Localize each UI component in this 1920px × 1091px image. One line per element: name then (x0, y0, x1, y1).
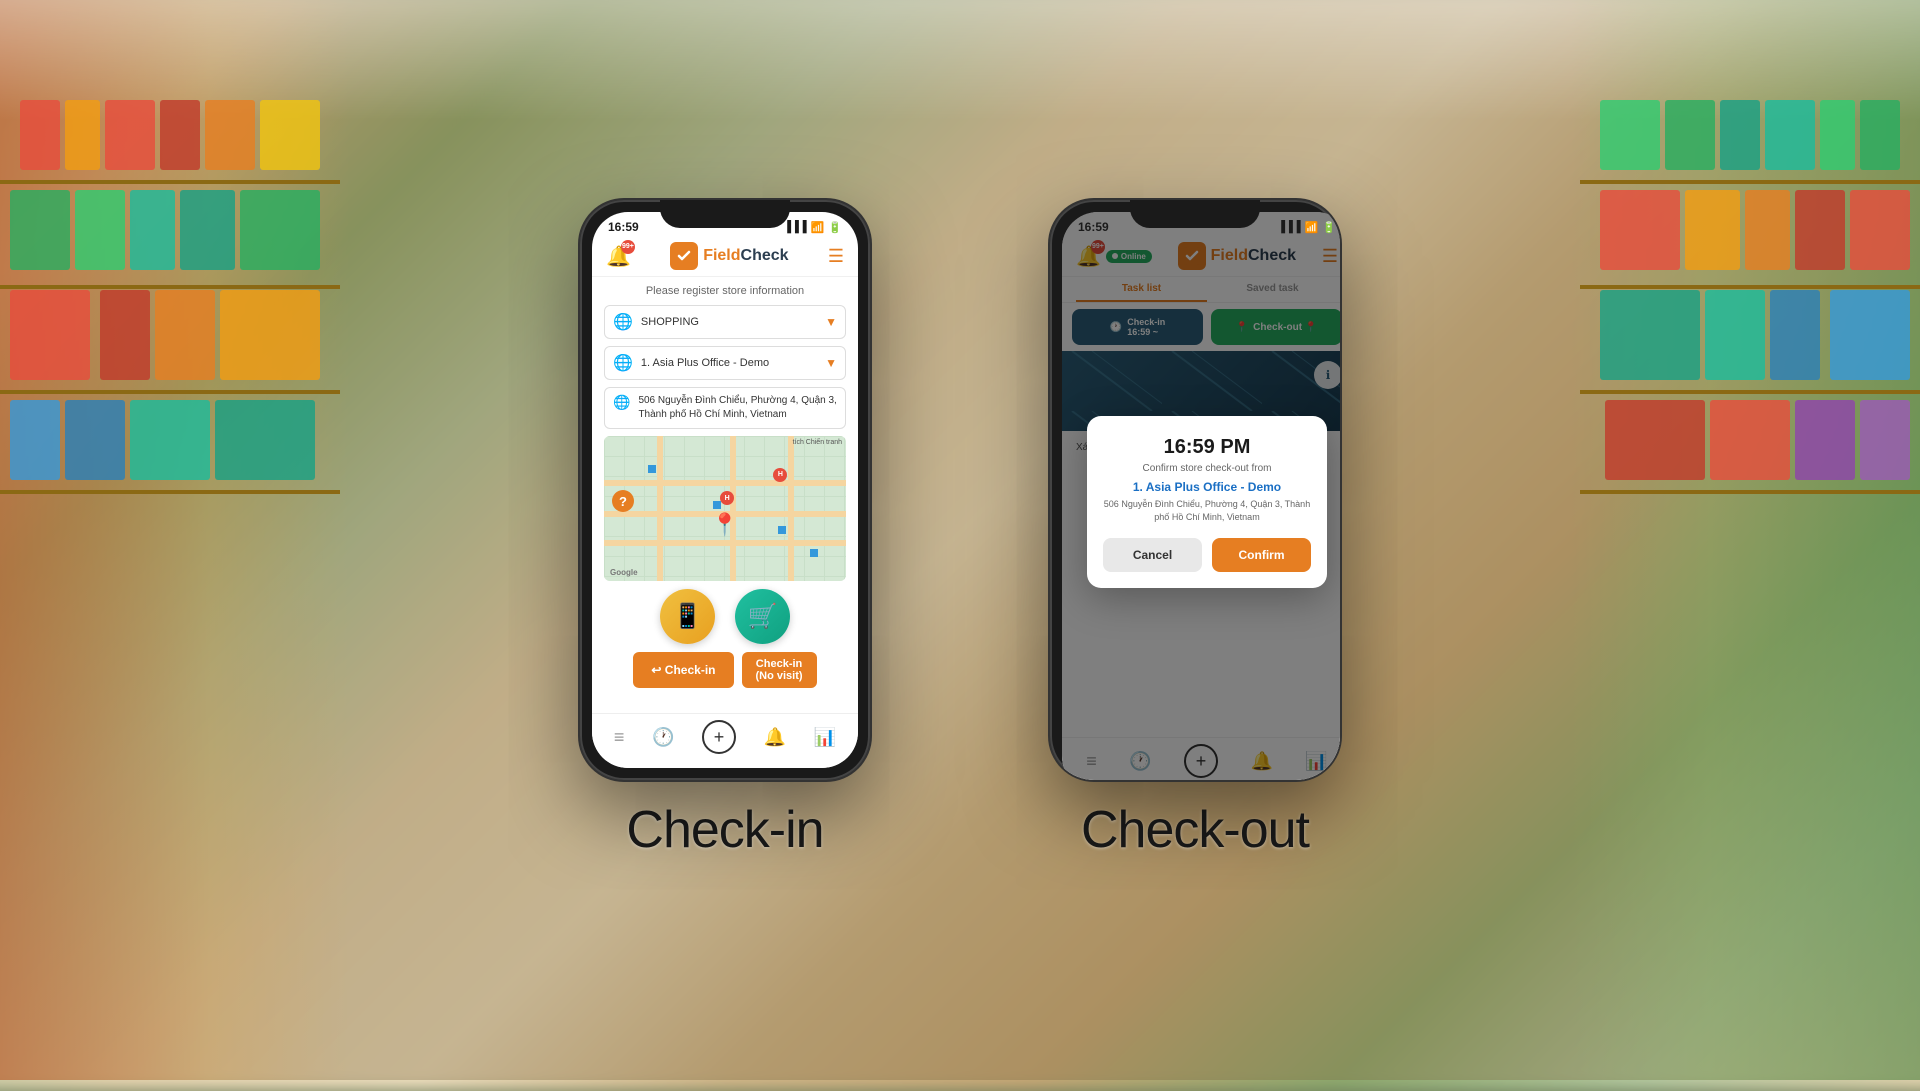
globe-icon-1: 🌐 (613, 312, 633, 332)
google-logo: Google (610, 568, 638, 577)
modal-time: 16:59 PM (1103, 436, 1311, 459)
barcode-button[interactable]: 🛒 (735, 589, 790, 644)
list-icon: ≡ (614, 727, 625, 748)
nav-chart[interactable]: 📊 (814, 727, 836, 748)
selfie-row: 📱 🛒 (604, 589, 846, 644)
store-address: 506 Nguyễn Đình Chiểu, Phường 4, Quận 3,… (638, 394, 837, 422)
barcode-icon: 🛒 (748, 602, 778, 631)
confirm-button[interactable]: Confirm (1212, 538, 1311, 572)
checkout-phone-frame: 16:59 ▐▐▐ 📶 🔋 🔔 99+ (1050, 200, 1340, 780)
shopping-dropdown[interactable]: 🌐 SHOPPING ▼ (604, 305, 846, 339)
notification-badge: 99+ (621, 240, 635, 254)
phones-row: 16:59 ▐▐▐ 📶 🔋 🔔 99+ (580, 200, 1340, 860)
checkin-action-buttons: ↩ Check-in Check-in(No visit) (604, 652, 846, 688)
map-marker (648, 465, 656, 473)
signal-icon-2: ▐▐▐ (1277, 221, 1300, 233)
checkin-time: 16:59 (608, 220, 639, 234)
dropdown-arrow-1: ▼ (825, 315, 837, 329)
store-value: 1. Asia Plus Office - Demo (641, 357, 825, 369)
notification-icon: 🔔 (764, 727, 786, 748)
dropdown-arrow-2: ▼ (825, 356, 837, 370)
app-logo: FieldCheck (670, 242, 788, 270)
map-road (657, 436, 663, 581)
store-dropdown[interactable]: 🌐 1. Asia Plus Office - Demo ▼ (604, 346, 846, 380)
modal-address: 506 Nguyễn Đình Chiểu, Phường 4, Quận 3,… (1103, 498, 1311, 523)
phone-notch (660, 200, 790, 228)
checkin-status-icons: ▐▐▐ 📶 🔋 (783, 221, 842, 234)
register-prompt: Please register store information (604, 285, 846, 297)
checkin-phone-section: 16:59 ▐▐▐ 📶 🔋 🔔 99+ (580, 200, 870, 860)
map-road (788, 436, 794, 581)
map-road (730, 436, 736, 581)
clock-icon: 🕐 (652, 727, 674, 748)
map-area: H H ? tích Chiến tranh (604, 436, 846, 581)
map-road (604, 480, 846, 486)
notification-bell[interactable]: 🔔 99+ (606, 244, 631, 269)
nav-add[interactable]: + (702, 720, 736, 754)
map-pin: 📍 (711, 512, 738, 538)
globe-icon-3: 🌐 (613, 394, 630, 411)
checkin-button[interactable]: ↩ Check-in (633, 652, 733, 688)
checkin-no-visit-button[interactable]: Check-in(No visit) (742, 652, 817, 688)
shopping-value: SHOPPING (641, 316, 825, 328)
modal-buttons: Cancel Confirm (1103, 538, 1311, 572)
chart-icon: 📊 (814, 727, 836, 748)
battery-icon: 🔋 (828, 221, 842, 234)
modal-store-name: 1. Asia Plus Office - Demo (1103, 480, 1311, 494)
hamburger-menu[interactable]: ☰ (828, 246, 844, 267)
checkout-phone-section: 16:59 ▐▐▐ 📶 🔋 🔔 99+ (1050, 200, 1340, 860)
map-marker (810, 549, 818, 557)
map-question: ? (612, 490, 634, 512)
phone-notch-2 (1130, 200, 1260, 228)
selfie-button[interactable]: 📱 (660, 589, 715, 644)
checkin-bottom-nav: ≡ 🕐 + 🔔 📊 (592, 713, 858, 768)
nav-list[interactable]: ≡ (614, 727, 625, 748)
map-background (604, 436, 846, 581)
nav-notification[interactable]: 🔔 (764, 727, 786, 748)
map-marker (713, 501, 721, 509)
wifi-icon: 📶 (811, 221, 825, 234)
checkout-modal: 16:59 PM Confirm store check-out from 1.… (1087, 416, 1327, 587)
checkin-label: Check-in (626, 800, 823, 860)
no-visit-label: Check-in(No visit) (756, 658, 803, 682)
address-row: 🌐 506 Nguyễn Đình Chiểu, Phường 4, Quận … (604, 387, 846, 429)
checkin-body: Please register store information 🌐 SHOP… (592, 277, 858, 728)
checkout-phone-screen: 16:59 ▐▐▐ 📶 🔋 🔔 99+ (1062, 212, 1340, 780)
checkout-label: Check-out (1081, 800, 1309, 860)
checkin-app-header: 🔔 99+ FieldCh (592, 238, 858, 277)
modal-subtitle: Confirm store check-out from (1103, 463, 1311, 474)
globe-icon-2: 🌐 (613, 353, 633, 373)
map-marker (778, 526, 786, 534)
logo-icon (670, 242, 698, 270)
add-button: + (702, 720, 736, 754)
wifi-icon-2: 📶 (1305, 221, 1319, 234)
checkin-phone-screen: 16:59 ▐▐▐ 📶 🔋 🔔 99+ (592, 212, 858, 768)
signal-icon: ▐▐▐ (783, 221, 806, 233)
map-label: tích Chiến tranh (793, 439, 842, 446)
checkout-time: 16:59 (1078, 220, 1109, 234)
app-logo-text: FieldCheck (703, 247, 788, 265)
cancel-button[interactable]: Cancel (1103, 538, 1202, 572)
checkout-status-icons: ▐▐▐ 📶 🔋 (1277, 221, 1336, 234)
nav-clock[interactable]: 🕐 (652, 727, 674, 748)
map-road (604, 540, 846, 546)
checkin-phone-frame: 16:59 ▐▐▐ 📶 🔋 🔔 99+ (580, 200, 870, 780)
modal-backdrop: 16:59 PM Confirm store check-out from 1.… (1062, 212, 1340, 780)
selfie-icon: 📱 (673, 602, 703, 631)
main-content: 16:59 ▐▐▐ 📶 🔋 🔔 99+ (0, 0, 1920, 1080)
battery-icon-2: 🔋 (1322, 221, 1336, 234)
